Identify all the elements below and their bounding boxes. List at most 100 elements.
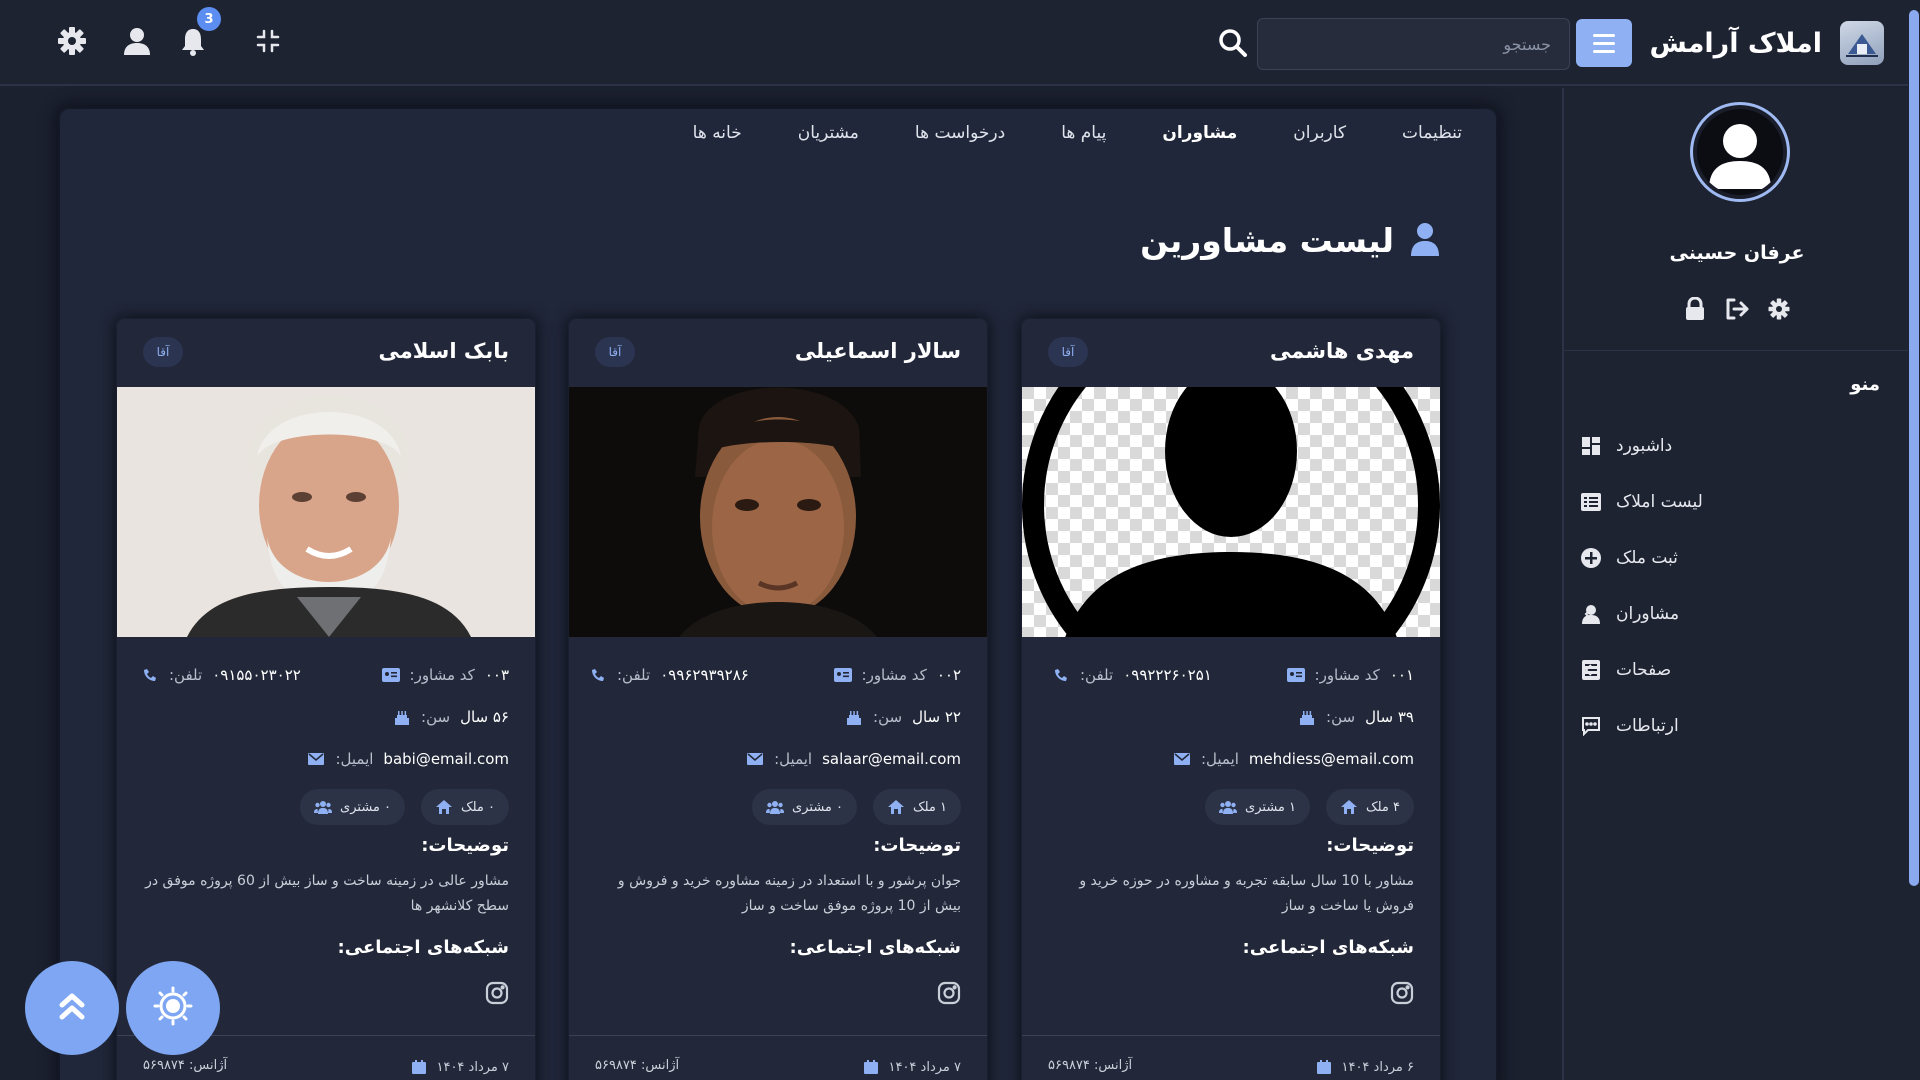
scrollbar-thumb[interactable] <box>1909 10 1919 886</box>
sun-icon <box>153 986 193 1030</box>
sidebar-item-label: ثبت ملک <box>1616 548 1678 568</box>
tab-settings[interactable]: تنظیمات <box>1402 123 1462 143</box>
id-card-icon <box>381 666 400 684</box>
sidebar-item-properties[interactable]: لیست املاک <box>1580 482 1880 522</box>
gender-badge: آقا <box>143 337 183 367</box>
phone-row: تلفن: ۰۹۱۵۵۰۲۳۰۲۲ <box>141 661 301 689</box>
advisor-name: بابک اسلامی <box>378 339 509 363</box>
sidebar-divider <box>1564 350 1910 351</box>
phone-icon <box>589 666 607 684</box>
collapse-icon[interactable] <box>252 25 284 57</box>
properties-chip[interactable]: ۰ ملک <box>420 789 509 825</box>
sidebar-item-label: لیست املاک <box>1616 492 1703 512</box>
age-row: سن: ۵۶ سال <box>393 703 509 731</box>
description-title: توضیحات: <box>1326 835 1414 856</box>
sidebar-item-label: داشبورد <box>1616 436 1673 456</box>
instagram-icon[interactable] <box>937 981 961 1005</box>
tab-homes[interactable]: خانه ها <box>693 123 742 143</box>
envelope-icon <box>1173 750 1191 768</box>
advisor-name: مهدی هاشمی <box>1270 339 1414 363</box>
id-card-icon <box>833 666 852 684</box>
cake-icon <box>845 708 863 726</box>
search-input[interactable] <box>1257 18 1570 70</box>
advisor-card: مهدی هاشمی آقا کد مشاور: ۰۰۱ تلفن: ۰۹۹۲۲… <box>1022 319 1440 1080</box>
home-icon <box>435 798 453 816</box>
email-row: ایمیل: salaar@email.com <box>746 745 961 773</box>
gender-badge: آقا <box>1048 337 1088 367</box>
chat-icon <box>1580 715 1602 737</box>
properties-chip[interactable]: ۴ ملک <box>1325 789 1414 825</box>
dashboard-icon <box>1580 435 1602 457</box>
instagram-icon[interactable] <box>485 981 509 1005</box>
page-title: لیست مشاورین <box>1140 221 1440 260</box>
page-scrollbar[interactable] <box>1908 0 1920 1080</box>
avatar[interactable] <box>1690 102 1790 202</box>
advisor-photo <box>569 387 987 637</box>
settings-icon[interactable] <box>1766 296 1792 322</box>
customers-chip[interactable]: ۰ مشتری <box>752 789 857 825</box>
tab-requests[interactable]: درخواست ها <box>915 123 1005 143</box>
instagram-icon[interactable] <box>1390 981 1414 1005</box>
phone-icon <box>141 666 159 684</box>
home-icon <box>887 798 905 816</box>
code-row: کد مشاور: ۰۰۱ <box>1286 661 1414 689</box>
top-tabs: خانه ها مشتریان درخواست ها پیام ها مشاور… <box>693 123 1462 143</box>
lock-icon[interactable] <box>1682 296 1708 322</box>
properties-chip[interactable]: ۱ ملک <box>872 789 961 825</box>
bell-icon[interactable]: 3 <box>177 7 221 57</box>
id-card-icon <box>1286 666 1305 684</box>
code-row: کد مشاور: ۰۰۲ <box>833 661 961 689</box>
tab-messages[interactable]: پیام ها <box>1061 123 1106 143</box>
sidebar-item-communications[interactable]: ارتباطات <box>1580 706 1880 746</box>
customers-chip[interactable]: ۱ مشتری <box>1205 789 1310 825</box>
tab-customers[interactable]: مشتریان <box>798 123 859 143</box>
join-date: ۶ مرداد ۱۴۰۴ <box>1315 1058 1414 1076</box>
user-icon <box>1410 222 1440 260</box>
calendar-icon <box>862 1058 880 1076</box>
logout-icon[interactable] <box>1724 296 1750 322</box>
calendar-icon <box>410 1058 428 1076</box>
menu-title: منو <box>1850 374 1880 395</box>
cake-icon <box>393 708 411 726</box>
sidebar-item-dashboard[interactable]: داشبورد <box>1580 426 1880 466</box>
social-title: شبکه‌های اجتماعی: <box>789 937 961 958</box>
sidebar-item-label: ارتباطات <box>1616 716 1679 736</box>
advisor-card: سالار اسماعیلی آقا کد مشاور: ۰۰۲ تلفن: ۰… <box>569 319 987 1080</box>
social-title: شبکه‌های اجتماعی: <box>337 937 509 958</box>
tab-advisors[interactable]: مشاوران <box>1162 123 1237 143</box>
user-icon[interactable] <box>121 25 153 57</box>
calendar-icon <box>1315 1058 1333 1076</box>
social-title: شبکه‌های اجتماعی: <box>1242 937 1414 958</box>
chevron-left-icon[interactable] <box>1580 661 1598 679</box>
sidebar-item-advisors[interactable]: مشاوران <box>1580 594 1880 634</box>
agency-code: آژانس: ۵۶۹۸۷۴ <box>1048 1058 1133 1073</box>
customers-chip[interactable]: ۰ مشتری <box>300 789 405 825</box>
group-icon <box>766 798 785 816</box>
join-date: ۷ مرداد ۱۴۰۴ <box>410 1058 509 1076</box>
group-icon <box>314 798 333 816</box>
top-header: املاک آرامش 3 <box>0 0 1908 86</box>
main-panel: خانه ها مشتریان درخواست ها پیام ها مشاور… <box>60 109 1496 1080</box>
sidebar-item-pages[interactable]: صفحات <box>1580 650 1880 690</box>
advisor-description: مشاور با 10 سال سابقه تجربه و مشاوره در … <box>1079 873 1414 914</box>
cake-icon <box>1298 708 1316 726</box>
advisor-description: جوان پرشور و با استعداد در زمینه مشاوره … <box>617 873 961 914</box>
sidebar-item-add-property[interactable]: ثبت ملک <box>1580 538 1880 578</box>
advisor-photo <box>1022 387 1440 637</box>
theme-toggle-button[interactable] <box>126 961 220 1055</box>
menu-toggle-button[interactable] <box>1575 19 1632 67</box>
plus-circle-icon <box>1580 547 1602 569</box>
agency-code: آژانس: ۵۶۹۸۷۴ <box>595 1058 680 1073</box>
chevron-left-icon[interactable] <box>1580 605 1598 623</box>
notification-badge: 3 <box>197 7 221 31</box>
gear-icon[interactable] <box>56 25 88 57</box>
join-date: ۷ مرداد ۱۴۰۴ <box>862 1058 961 1076</box>
tab-users[interactable]: کاربران <box>1293 123 1346 143</box>
profile-name: عرفان حسینی <box>1669 242 1805 264</box>
scroll-to-top-button[interactable] <box>25 961 119 1055</box>
advisor-photo <box>117 387 535 637</box>
search-icon[interactable] <box>1216 26 1250 60</box>
code-row: کد مشاور: ۰۰۳ <box>381 661 509 689</box>
double-chevron-up-icon <box>55 989 89 1027</box>
phone-icon <box>1052 666 1070 684</box>
